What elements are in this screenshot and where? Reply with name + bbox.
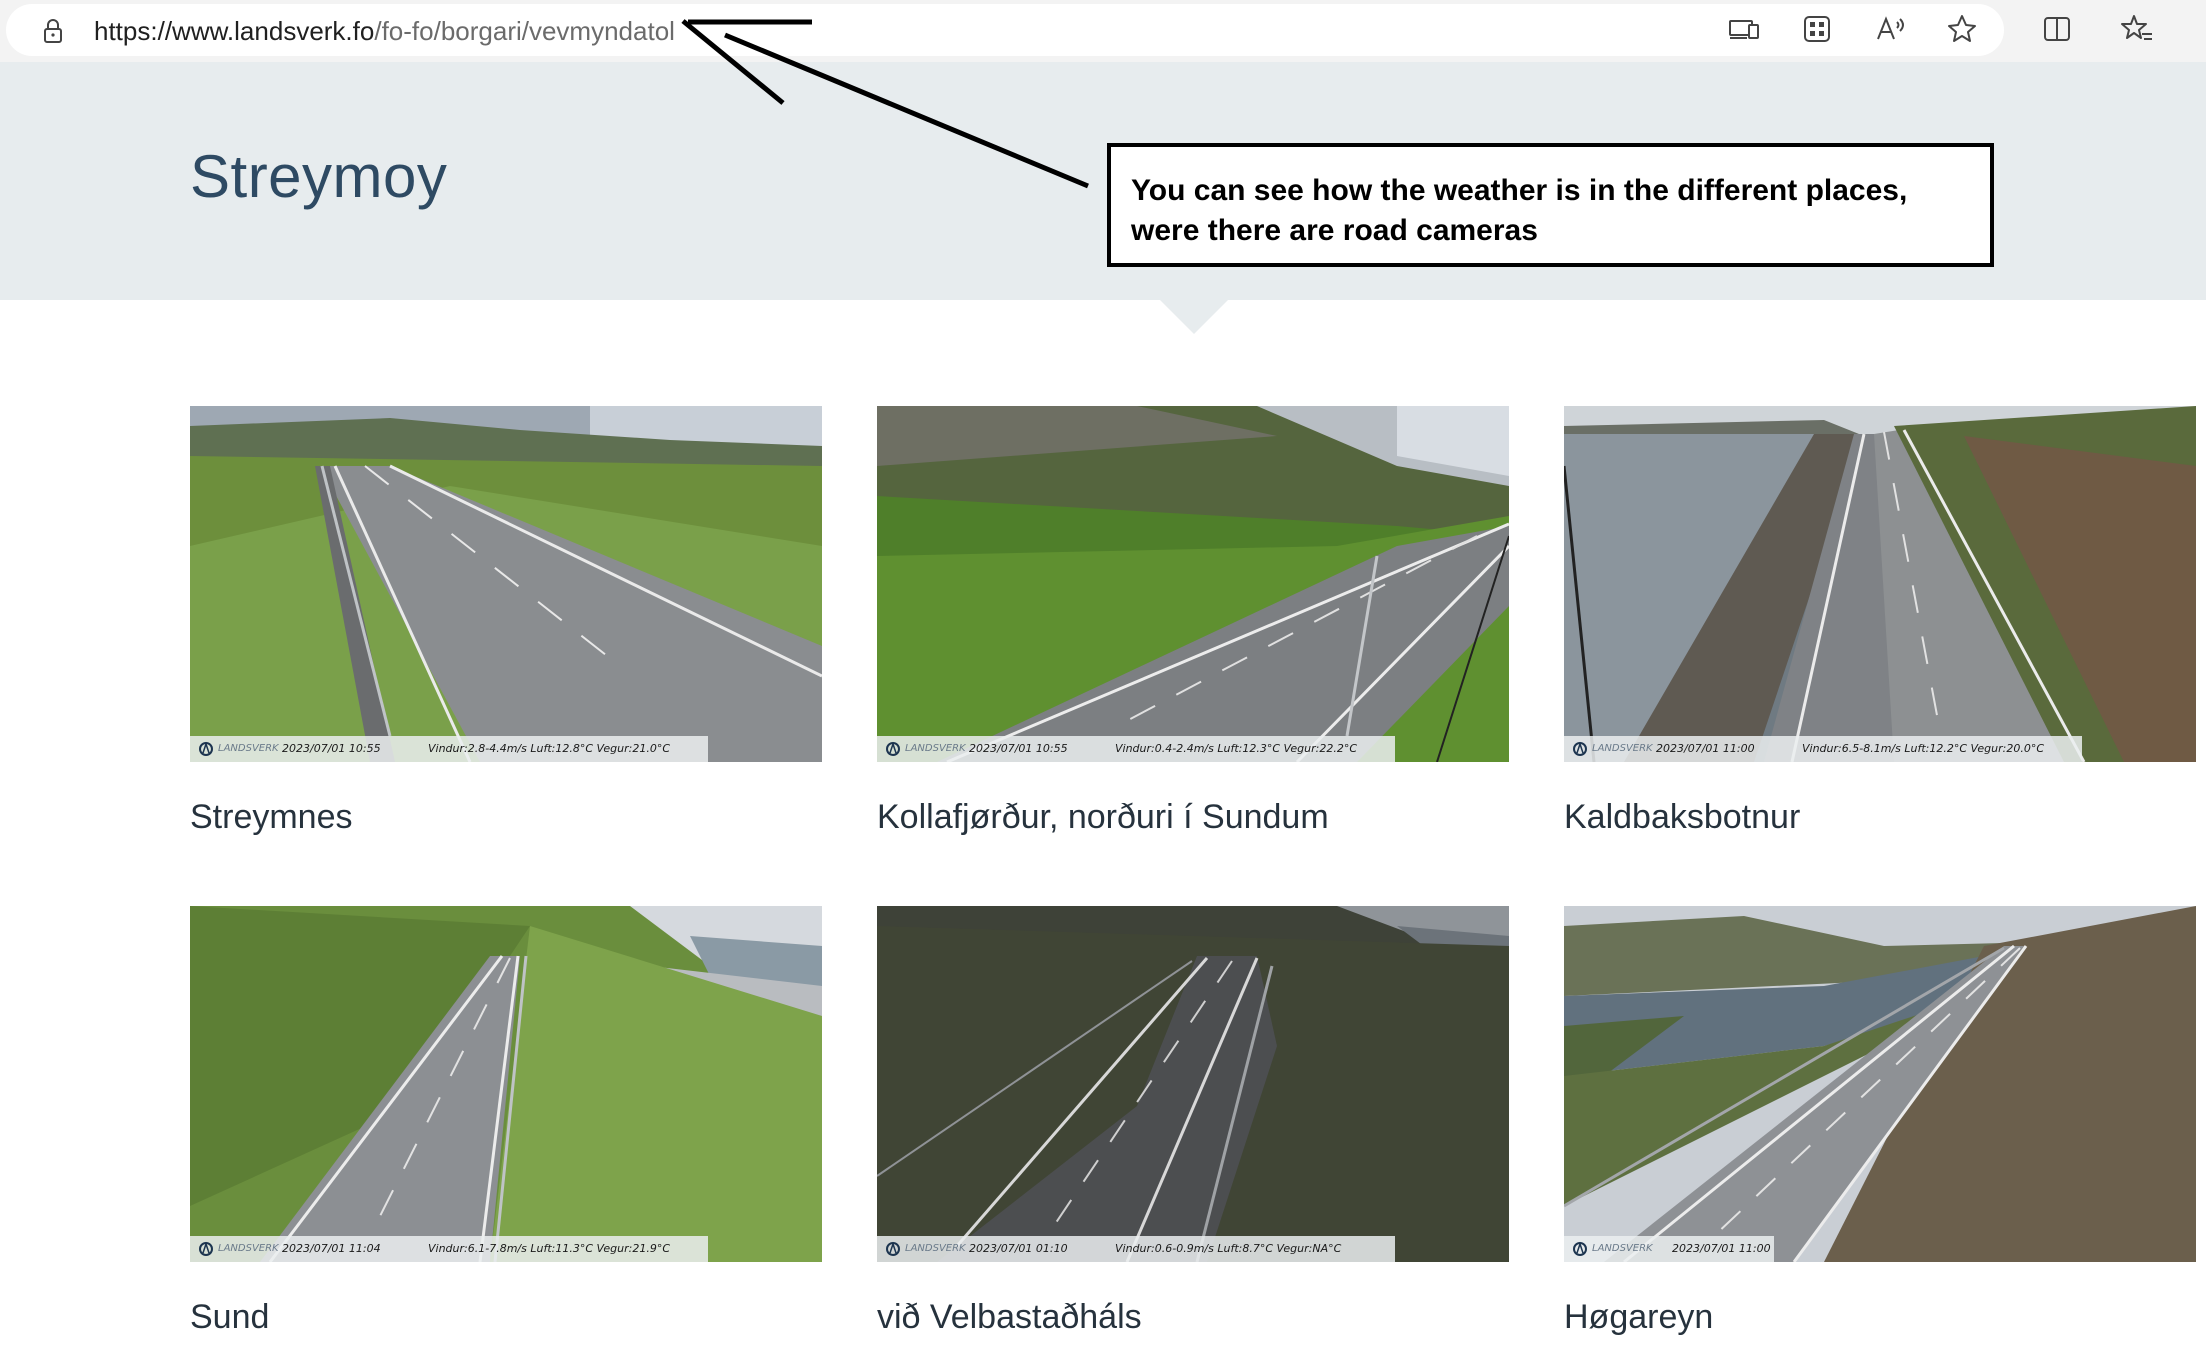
landsverk-logo-icon [1573,1241,1587,1256]
camera-info-overlay: LANDSVERK 2023/07/01 11:04 Vindur:6.1-7.… [190,1236,708,1262]
camera-card[interactable]: LANDSVERK 2023/07/01 11:00 Vindur:6.5-8.… [1564,406,2196,836]
camera-info-overlay: LANDSVERK 2023/07/01 10:55 Vindur:2.8-4.… [190,736,708,762]
landsverk-logo-icon [886,741,900,756]
camera-info-overlay: LANDSVERK 2023/07/01 11:00 [1564,1236,1774,1262]
camera-info-overlay: LANDSVERK 2023/07/01 10:55 Vindur:0.4-2.… [877,736,1395,762]
camera-title[interactable]: Kaldbaksbotnur [1564,798,1800,837]
camera-card[interactable]: LANDSVERK 2023/07/01 01:10 Vindur:0.6-0.… [877,906,1509,1336]
camera-timestamp: 2023/07/01 10:55 [282,742,381,755]
address-bar[interactable]: https://www.landsverk.fo/fo-fo/borgari/v… [6,4,2004,56]
split-screen-icon[interactable] [2040,12,2074,46]
read-aloud-icon[interactable] [1873,12,1907,46]
camera-image[interactable]: LANDSVERK 2023/07/01 10:55 Vindur:2.8-4.… [190,406,822,762]
landsverk-logo-icon [199,741,213,756]
lock-icon[interactable] [40,18,66,44]
camera-weather: Vindur:0.4-2.4m/s Luft:12.3°C Vegur:22.2… [1115,742,1358,755]
url-host: https://www.landsverk.fo [94,16,375,46]
camera-timestamp: 2023/07/01 10:55 [969,742,1068,755]
browser-toolbar: https://www.landsverk.fo/fo-fo/borgari/v… [0,0,2206,62]
landsverk-logo-icon [199,1241,213,1256]
apps-icon[interactable] [1800,12,1834,46]
url-text[interactable]: https://www.landsverk.fo/fo-fo/borgari/v… [94,16,675,46]
camera-info-overlay: LANDSVERK 2023/07/01 11:00 Vindur:6.5-8.… [1564,736,2082,762]
camera-info-overlay: LANDSVERK 2023/07/01 01:10 Vindur:0.6-0.… [877,1236,1395,1262]
camera-image[interactable]: LANDSVERK 2023/07/01 11:04 Vindur:6.1-7.… [190,906,822,1262]
camera-timestamp: 2023/07/01 01:10 [969,1242,1068,1255]
camera-weather: Vindur:6.1-7.8m/s Luft:11.3°C Vegur:21.9… [428,1242,671,1255]
camera-brand: LANDSVERK [1592,743,1653,754]
camera-title[interactable]: Streymnes [190,798,353,837]
page-title: Streymoy [190,143,448,210]
url-path: /fo-fo/borgari/vevmyndatol [374,16,675,46]
header-notch [1160,300,1228,334]
camera-title[interactable]: Høgareyn [1564,1298,1713,1337]
camera-weather: Vindur:0.6-0.9m/s Luft:8.7°C Vegur:NA°C [1115,1242,1342,1255]
camera-image[interactable]: LANDSVERK 2023/07/01 11:00 Vindur:6.5-8.… [1564,406,2196,762]
camera-brand: LANDSVERK [1592,1243,1653,1254]
camera-image[interactable]: LANDSVERK 2023/07/01 11:00 [1564,906,2196,1262]
camera-brand: LANDSVERK [905,1243,966,1254]
camera-card[interactable]: LANDSVERK 2023/07/01 11:00 Høgareyn [1564,906,2196,1336]
camera-card[interactable]: LANDSVERK 2023/07/01 10:55 Vindur:0.4-2.… [877,406,1509,836]
landsverk-logo-icon [886,1241,900,1256]
camera-image[interactable]: LANDSVERK 2023/07/01 10:55 Vindur:0.4-2.… [877,406,1509,762]
camera-weather: Vindur:6.5-8.1m/s Luft:12.2°C Vegur:20.0… [1802,742,2045,755]
camera-timestamp: 2023/07/01 11:04 [282,1242,381,1255]
camera-title[interactable]: við Velbastaðháls [877,1298,1142,1337]
camera-card[interactable]: LANDSVERK 2023/07/01 11:04 Vindur:6.1-7.… [190,906,822,1336]
annotation-box: You can see how the weather is in the di… [1107,143,1994,267]
camera-brand: LANDSVERK [218,743,279,754]
landsverk-logo-icon [1573,741,1587,756]
star-icon[interactable] [1945,12,1979,46]
camera-image[interactable]: LANDSVERK 2023/07/01 01:10 Vindur:0.6-0.… [877,906,1509,1262]
camera-brand: LANDSVERK [218,1243,279,1254]
favorites-icon[interactable] [2120,12,2154,46]
camera-title[interactable]: Kollafjørður, norðuri í Sundum [877,798,1329,837]
camera-timestamp: 2023/07/01 11:00 [1656,742,1755,755]
camera-timestamp: 2023/07/01 11:00 [1672,1242,1771,1255]
camera-brand: LANDSVERK [905,743,966,754]
camera-title[interactable]: Sund [190,1298,269,1337]
camera-card[interactable]: LANDSVERK 2023/07/01 10:55 Vindur:2.8-4.… [190,406,822,836]
device-icon[interactable] [1727,12,1761,46]
camera-weather: Vindur:2.8-4.4m/s Luft:12.8°C Vegur:21.0… [428,742,671,755]
